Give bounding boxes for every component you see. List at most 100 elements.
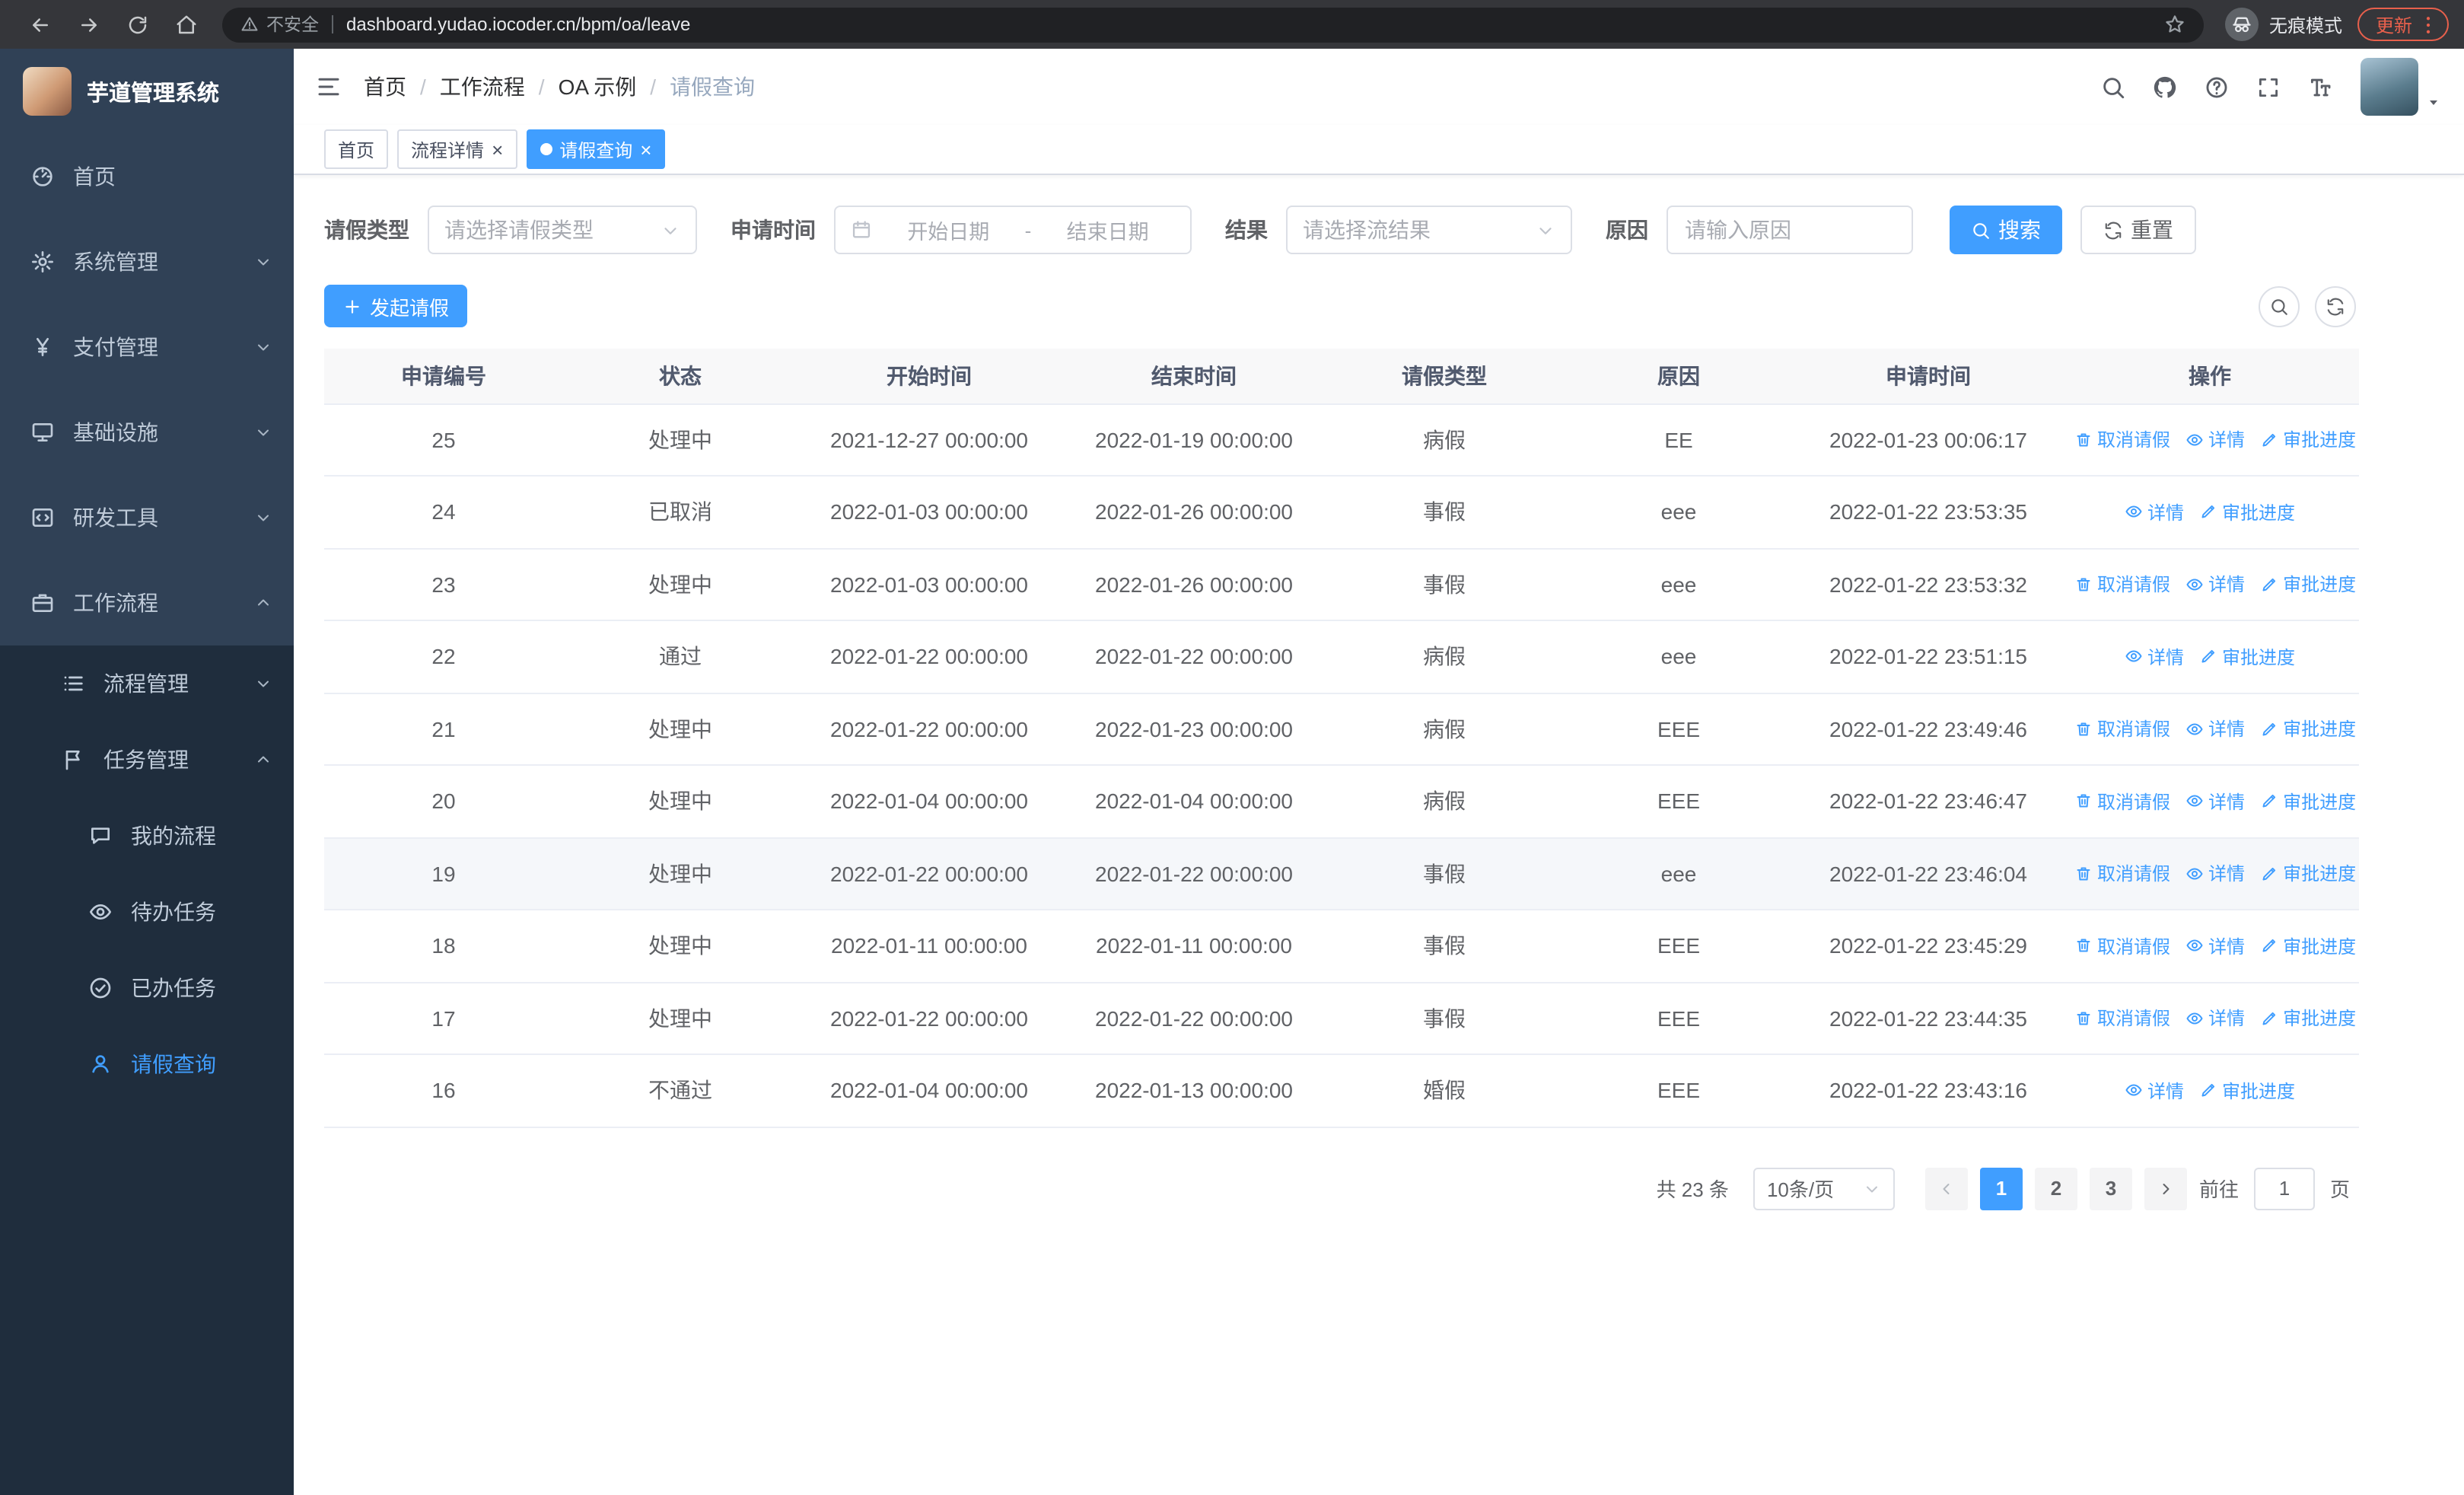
incognito-icon xyxy=(2231,14,2252,35)
chevron-left-icon xyxy=(1937,1179,1956,1197)
breadcrumb-separator: / xyxy=(650,75,657,99)
table-cell: 处理中 xyxy=(563,693,797,766)
cancel-action-link[interactable]: 取消请假 xyxy=(2074,426,2170,452)
tab-process-detail[interactable]: 流程详情 × xyxy=(397,129,517,169)
browser-back-button[interactable] xyxy=(18,3,61,46)
total-count: 共 23 条 xyxy=(1656,1178,1729,1201)
reset-button[interactable]: 重置 xyxy=(2080,206,2196,254)
progress-action-link[interactable]: 审批进度 xyxy=(2260,788,2356,814)
next-page-button[interactable] xyxy=(2144,1167,2187,1210)
cancel-action-link[interactable]: 取消请假 xyxy=(2074,860,2170,886)
user-avatar-menu[interactable] xyxy=(2361,58,2443,116)
detail-action-link[interactable]: 详情 xyxy=(2185,932,2245,958)
sidebar-item-my-process[interactable]: 我的流程 xyxy=(0,798,294,874)
browser-reload-button[interactable] xyxy=(116,3,158,46)
tab-leave-query[interactable]: 请假查询 × xyxy=(526,129,666,169)
actions-cell: 取消请假 详情 审批进度 xyxy=(2061,693,2359,766)
bookmark-star-icon[interactable] xyxy=(2164,14,2185,35)
sidebar-item-workflow[interactable]: 工作流程 xyxy=(0,560,294,645)
close-icon[interactable]: × xyxy=(640,139,651,159)
search-button[interactable]: 搜索 xyxy=(1950,206,2062,254)
sidebar-item-infrastructure[interactable]: 基础设施 xyxy=(0,390,294,475)
detail-action-link[interactable]: 详情 xyxy=(2185,860,2245,886)
leave-type-select[interactable]: 请选择请假类型 xyxy=(428,206,697,254)
font-size-button[interactable] xyxy=(2294,49,2345,125)
sidebar-item-label: 研发工具 xyxy=(73,505,158,530)
help-button[interactable] xyxy=(2190,49,2242,125)
chevron-down-icon xyxy=(254,253,272,271)
start-date-placeholder: 开始日期 xyxy=(907,221,990,244)
progress-action-link[interactable]: 审批进度 xyxy=(2260,932,2356,958)
trash-icon xyxy=(2074,430,2093,448)
detail-action-link[interactable]: 详情 xyxy=(2125,643,2184,669)
breadcrumb-item[interactable]: 首页 xyxy=(364,72,406,102)
progress-action-link[interactable]: 审批进度 xyxy=(2260,860,2356,886)
header-search-button[interactable] xyxy=(2087,49,2138,125)
table-cell: 病假 xyxy=(1327,693,1561,766)
sidebar-item-leave-query[interactable]: 请假查询 xyxy=(0,1026,294,1102)
edit-icon xyxy=(2260,792,2278,810)
progress-action-link[interactable]: 审批进度 xyxy=(2199,1077,2295,1103)
sidebar-item-home[interactable]: 首页 xyxy=(0,134,294,219)
progress-action-link[interactable]: 审批进度 xyxy=(2199,643,2295,669)
goto-page-input[interactable] xyxy=(2253,1167,2315,1210)
sidebar-item-dev-tools[interactable]: 研发工具 xyxy=(0,475,294,560)
cancel-action-link[interactable]: 取消请假 xyxy=(2074,788,2170,814)
trash-icon xyxy=(2074,864,2093,882)
prev-page-button[interactable] xyxy=(1924,1167,1968,1210)
progress-action-link[interactable]: 审批进度 xyxy=(2199,499,2295,524)
breadcrumb-separator: / xyxy=(538,75,545,99)
select-placeholder: 请选择流结果 xyxy=(1303,218,1431,242)
browser-home-button[interactable] xyxy=(164,3,207,46)
column-header: 状态 xyxy=(563,349,797,404)
sidebar-item-task-management[interactable]: 任务管理 xyxy=(0,722,294,798)
progress-action-link[interactable]: 审批进度 xyxy=(2260,571,2356,597)
table-cell: 2022-01-22 23:43:16 xyxy=(1796,1054,2061,1127)
column-header: 申请编号 xyxy=(324,349,563,404)
create-leave-button[interactable]: 发起请假 xyxy=(324,285,468,327)
progress-action-link[interactable]: 审批进度 xyxy=(2260,1005,2356,1031)
detail-action-link[interactable]: 详情 xyxy=(2125,499,2184,524)
sidebar-item-payment-management[interactable]: 支付管理 xyxy=(0,304,294,390)
page-button-2[interactable]: 2 xyxy=(2034,1167,2077,1210)
breadcrumb-item[interactable]: OA 示例 xyxy=(559,72,637,102)
breadcrumb-item[interactable]: 工作流程 xyxy=(440,72,525,102)
progress-action-link[interactable]: 审批进度 xyxy=(2260,426,2356,452)
url-bar[interactable]: 不安全 dashboard.yudao.iocoder.cn/bpm/oa/le… xyxy=(222,7,2204,42)
cancel-action-link[interactable]: 取消请假 xyxy=(2074,932,2170,958)
result-select[interactable]: 请选择流结果 xyxy=(1286,206,1572,254)
app-logo[interactable]: 芋道管理系统 xyxy=(0,49,294,134)
toggle-search-button[interactable] xyxy=(2259,285,2300,327)
detail-action-link[interactable]: 详情 xyxy=(2185,788,2245,814)
table-cell: 22 xyxy=(324,620,563,693)
page-button-1[interactable]: 1 xyxy=(1979,1167,2023,1210)
security-label[interactable]: 不安全 xyxy=(266,12,319,37)
detail-action-link[interactable]: 详情 xyxy=(2185,571,2245,597)
browser-forward-button[interactable] xyxy=(67,3,110,46)
refresh-table-button[interactable] xyxy=(2315,285,2356,327)
detail-action-link[interactable]: 详情 xyxy=(2125,1077,2184,1103)
cancel-action-link[interactable]: 取消请假 xyxy=(2074,1005,2170,1031)
page-button-3[interactable]: 3 xyxy=(2089,1167,2132,1210)
sidebar-item-done-tasks[interactable]: 已办任务 xyxy=(0,950,294,1026)
reason-input[interactable] xyxy=(1667,206,1913,254)
edit-icon xyxy=(2260,719,2278,738)
sidebar-item-process-management[interactable]: 流程管理 xyxy=(0,645,294,722)
sidebar-item-todo-tasks[interactable]: 待办任务 xyxy=(0,874,294,950)
cancel-action-link[interactable]: 取消请假 xyxy=(2074,716,2170,741)
progress-action-link[interactable]: 审批进度 xyxy=(2260,716,2356,741)
page-size-select[interactable]: 10条/页 xyxy=(1752,1167,1895,1210)
apply-time-range-picker[interactable]: 开始日期 - 结束日期 xyxy=(834,206,1192,254)
goto-suffix: 页 xyxy=(2329,1178,2350,1201)
browser-update-menu-button[interactable]: 更新 xyxy=(2357,8,2449,41)
close-icon[interactable]: × xyxy=(492,139,503,159)
sidebar-item-system-management[interactable]: 系统管理 xyxy=(0,219,294,304)
github-link[interactable] xyxy=(2138,49,2190,125)
sidebar-collapse-button[interactable] xyxy=(294,49,364,125)
fullscreen-button[interactable] xyxy=(2242,49,2294,125)
detail-action-link[interactable]: 详情 xyxy=(2185,1005,2245,1031)
detail-action-link[interactable]: 详情 xyxy=(2185,716,2245,741)
cancel-action-link[interactable]: 取消请假 xyxy=(2074,571,2170,597)
tab-home[interactable]: 首页 xyxy=(324,129,389,169)
detail-action-link[interactable]: 详情 xyxy=(2185,426,2245,452)
